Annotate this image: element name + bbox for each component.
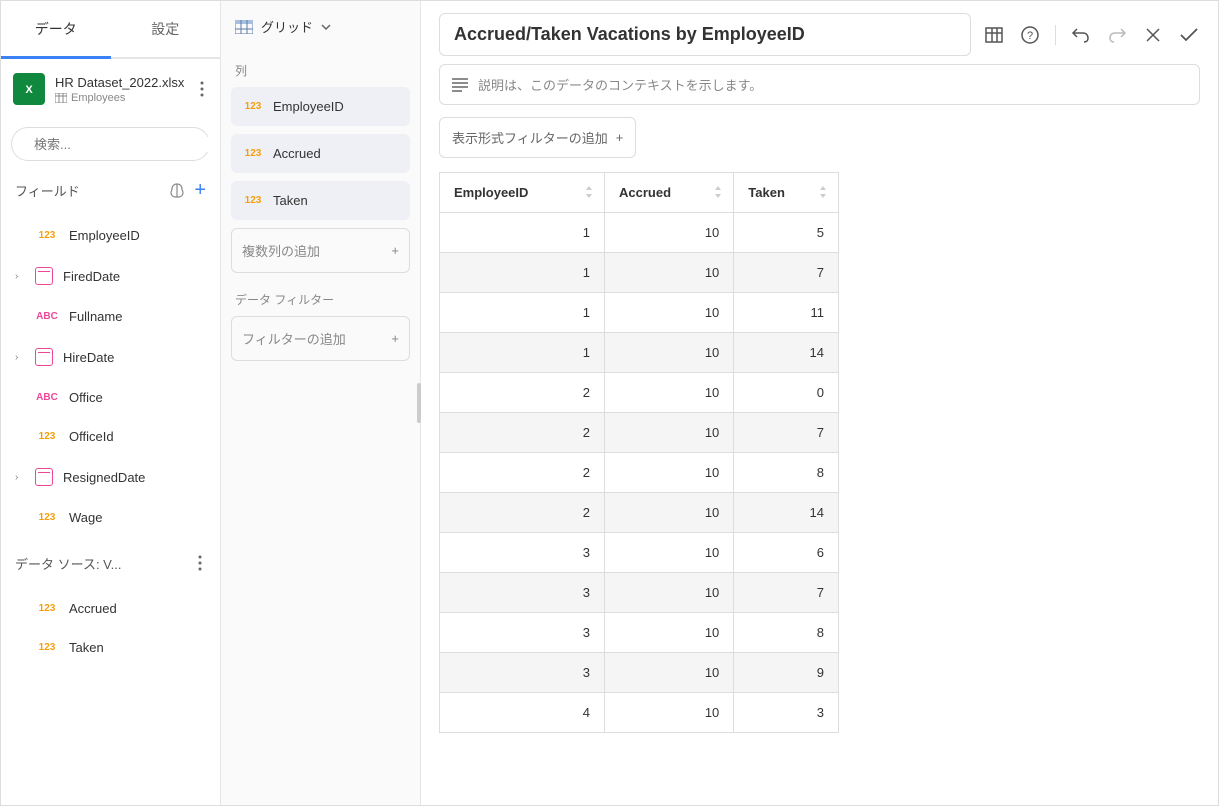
field-item-resigneddate[interactable]: › ResignedDate: [1, 456, 220, 498]
search-box[interactable]: [11, 127, 210, 161]
description-icon: [452, 78, 468, 92]
tabs: データ 設定: [1, 1, 220, 59]
field-item-officeid[interactable]: › 123 OfficeId: [1, 417, 220, 456]
column-chip-taken[interactable]: 123 Taken: [231, 181, 410, 220]
add-viz-filter-button[interactable]: 表示形式フィルターの追加 +: [439, 117, 636, 158]
add-filter-button[interactable]: フィルターの追加 +: [231, 316, 410, 361]
table-row[interactable]: 1107: [440, 253, 839, 293]
visualization-title[interactable]: Accrued/Taken Vacations by EmployeeID: [439, 13, 971, 56]
confirm-icon[interactable]: [1178, 24, 1200, 46]
table-view-icon[interactable]: [983, 24, 1005, 46]
tab-data[interactable]: データ: [1, 1, 111, 57]
sort-icon[interactable]: [584, 185, 594, 199]
datasource-section-more-icon[interactable]: [194, 551, 206, 575]
data-table: EmployeeIDAccruedTaken 11051107110111101…: [439, 172, 839, 733]
field-item-accrued[interactable]: › 123 Accrued: [1, 589, 220, 628]
field-item-fireddate[interactable]: › FiredDate: [1, 255, 220, 297]
field-item-employeeid[interactable]: › 123 EmployeeID: [1, 216, 220, 255]
datasource-section-header: データ ソース: V...: [1, 541, 220, 585]
field-item-office[interactable]: › ABC Office: [1, 378, 220, 417]
config-panel: グリッド 列 123 EmployeeID 123 Accrued 123 Ta…: [221, 1, 421, 805]
field-item-wage[interactable]: › 123 Wage: [1, 498, 220, 537]
data-filter-section-label: データ フィルター: [231, 281, 410, 316]
plus-icon: +: [391, 243, 399, 258]
field-item-hiredate[interactable]: › HireDate: [1, 336, 220, 378]
table-row[interactable]: 2107: [440, 413, 839, 453]
fields-list: › 123 EmployeeID › FiredDate › ABC Fulln…: [1, 212, 220, 541]
datasource-filename: HR Dataset_2022.xlsx: [55, 75, 186, 90]
table-row[interactable]: 2108: [440, 453, 839, 493]
viz-type-selector[interactable]: グリッド: [231, 1, 410, 52]
table-row[interactable]: 3108: [440, 613, 839, 653]
datasource-header: X HR Dataset_2022.xlsx Employees: [1, 59, 220, 119]
table-row[interactable]: 11011: [440, 293, 839, 333]
columns-section-label: 列: [231, 52, 410, 87]
column-header-accrued[interactable]: Accrued: [605, 173, 734, 213]
table-row[interactable]: 21014: [440, 493, 839, 533]
undo-icon[interactable]: [1070, 24, 1092, 46]
table-row[interactable]: 4103: [440, 693, 839, 733]
grid-icon: [235, 20, 253, 34]
sort-icon[interactable]: [713, 185, 723, 199]
add-columns-button[interactable]: 複数列の追加 +: [231, 228, 410, 273]
sidebar: データ 設定 X HR Dataset_2022.xlsx Employees: [1, 1, 221, 805]
plus-icon: +: [616, 130, 624, 145]
description-input[interactable]: 説明は、このデータのコンテキストを示します。: [439, 64, 1200, 105]
tab-settings[interactable]: 設定: [111, 1, 221, 57]
brain-icon[interactable]: [168, 182, 186, 200]
table-row[interactable]: 3106: [440, 533, 839, 573]
datasource-more-icon[interactable]: [196, 77, 208, 101]
chevron-right-icon: ›: [15, 352, 25, 363]
svg-text:?: ?: [1027, 30, 1033, 42]
field-item-taken[interactable]: › 123 Taken: [1, 628, 220, 667]
main-content: Accrued/Taken Vacations by EmployeeID ? …: [421, 1, 1218, 805]
chevron-down-icon: [321, 24, 331, 30]
plus-icon: +: [391, 331, 399, 346]
ds-fields-list: › 123 Accrued › 123 Taken: [1, 585, 220, 671]
column-chip-accrued[interactable]: 123 Accrued: [231, 134, 410, 173]
table-row[interactable]: 1105: [440, 213, 839, 253]
datasource-table: Employees: [71, 92, 125, 104]
redo-icon[interactable]: [1106, 24, 1128, 46]
table-row[interactable]: 2100: [440, 373, 839, 413]
field-item-fullname[interactable]: › ABC Fullname: [1, 297, 220, 336]
chevron-right-icon: ›: [15, 271, 25, 282]
help-icon[interactable]: ?: [1019, 24, 1041, 46]
sort-icon[interactable]: [818, 185, 828, 199]
table-row[interactable]: 3109: [440, 653, 839, 693]
column-header-taken[interactable]: Taken: [734, 173, 839, 213]
column-header-employeeid[interactable]: EmployeeID: [440, 173, 605, 213]
add-field-icon[interactable]: +: [194, 179, 206, 202]
svg-text:X: X: [25, 84, 33, 96]
table-icon: [55, 93, 67, 103]
excel-icon: X: [13, 73, 45, 105]
column-chip-employeeid[interactable]: 123 EmployeeID: [231, 87, 410, 126]
close-icon[interactable]: [1142, 24, 1164, 46]
chevron-right-icon: ›: [15, 472, 25, 483]
table-row[interactable]: 11014: [440, 333, 839, 373]
fields-section-header: フィールド +: [1, 169, 220, 212]
search-input[interactable]: [34, 137, 210, 152]
table-row[interactable]: 3107: [440, 573, 839, 613]
